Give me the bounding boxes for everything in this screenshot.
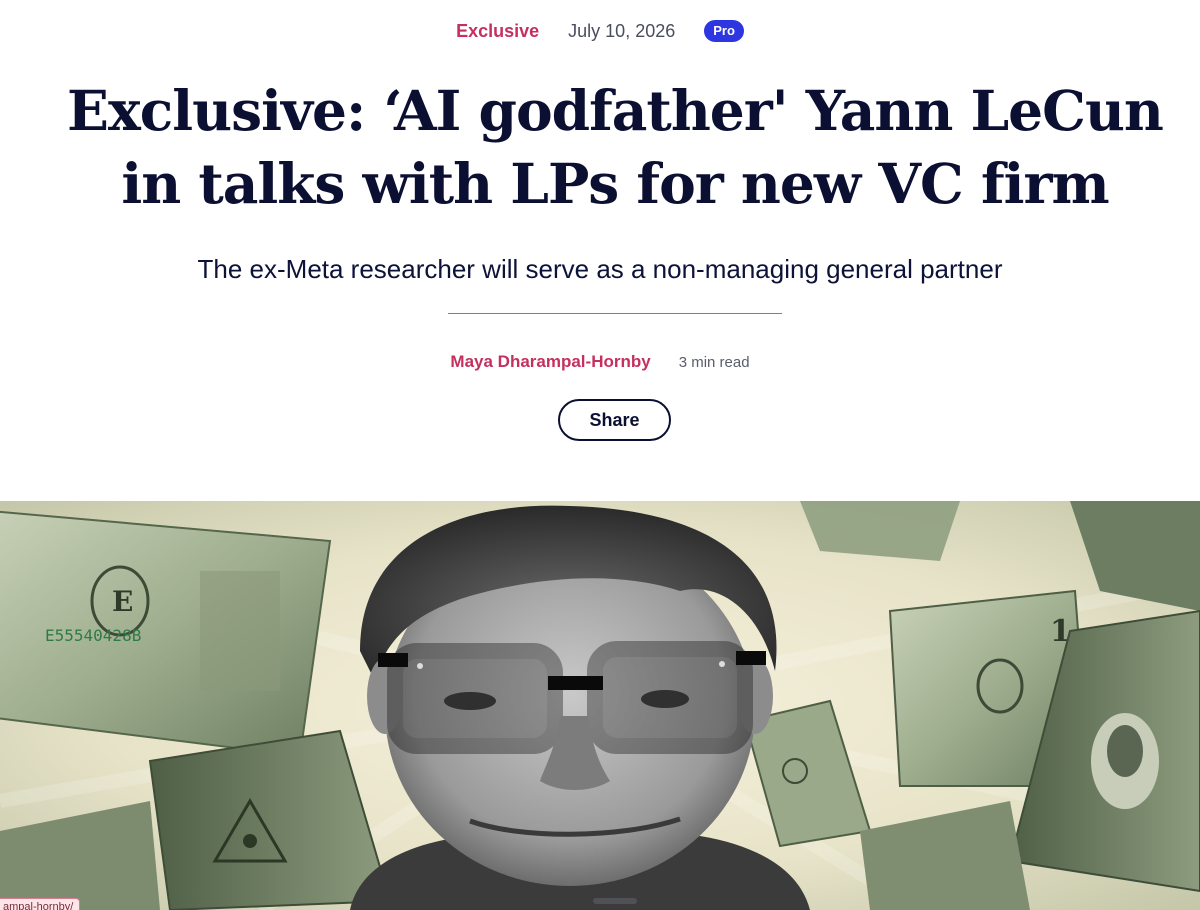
article-meta-row: Exclusive July 10, 2026 Pro <box>0 17 1200 45</box>
svg-text:E: E <box>112 585 133 618</box>
svg-text:E55540428B: E55540428B <box>45 626 141 645</box>
headline-divider <box>448 313 782 314</box>
home-indicator[interactable] <box>593 898 637 904</box>
author-link[interactable]: Maya Dharampal-Hornby <box>450 352 650 372</box>
hero-image: E E55540428B 1 1 <box>0 501 1200 910</box>
dollar-bill-left-large: E E55540428B <box>0 510 332 758</box>
category-tag-link[interactable]: Exclusive <box>456 21 539 42</box>
pro-badge: Pro <box>704 20 744 42</box>
publish-date: July 10, 2026 <box>568 20 676 41</box>
share-button[interactable]: Share <box>558 399 671 441</box>
article-subheadline: The ex-Meta researcher will serve as a n… <box>197 254 1003 284</box>
byline: Maya Dharampal-Hornby 3 min read <box>0 349 1200 375</box>
read-time: 3 min read <box>678 353 750 371</box>
portrait-person <box>350 505 810 910</box>
hero-illustration: E E55540428B 1 1 <box>0 501 1200 910</box>
article-headline: Exclusive: ‘AI godfather' Yann LeCun in … <box>67 78 1164 216</box>
link-preview-chip: ampal-hornby/ <box>0 898 81 910</box>
